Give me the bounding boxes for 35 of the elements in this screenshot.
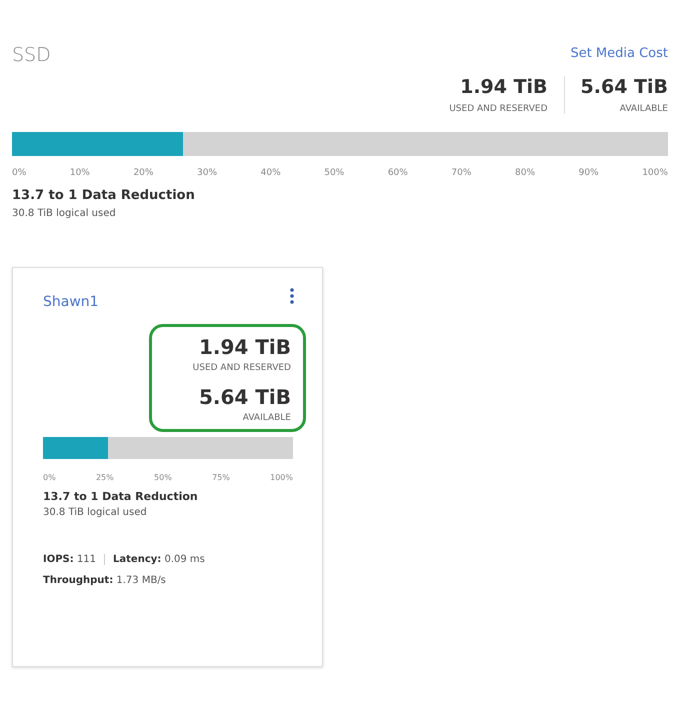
stat-value: 1.94 TiB — [460, 76, 548, 98]
tick-label: 60% — [388, 168, 408, 178]
data-reduction-text: 13.7 to 1 Data Reduction — [43, 490, 199, 503]
more-icon[interactable] — [290, 288, 294, 304]
tick-label: 20% — [133, 168, 154, 178]
metric-text: IOPS: 111 — [43, 554, 96, 565]
tick-label: 10% — [70, 168, 90, 178]
tick-label: 30% — [197, 168, 218, 178]
section-title: SSD — [12, 44, 51, 66]
stat-label: USED AND RESERVED — [192, 363, 291, 373]
tick-label: 0% — [43, 473, 56, 482]
tick-label: 50% — [154, 473, 172, 482]
stat-value: 5.64 TiB — [580, 76, 668, 98]
stat-value: 1.94 TiB — [198, 335, 291, 359]
logical-used-text: 30.8 TiB logical used — [12, 208, 117, 219]
tick-label: 25% — [96, 473, 114, 482]
set-media-cost-link[interactable]: Set Media Cost — [570, 46, 668, 61]
tick-label: 75% — [212, 473, 230, 482]
metric-text: Throughput: 1.73 MB/s — [43, 575, 166, 586]
stat-value: 5.64 TiB — [198, 385, 291, 409]
tick-label: 70% — [451, 168, 472, 178]
tick-label: 100% — [642, 168, 668, 178]
array-name[interactable]: Shawn1 — [43, 294, 99, 310]
tick-label: 0% — [12, 168, 26, 178]
tick-label: 100% — [270, 473, 293, 482]
tick-label: 90% — [578, 168, 599, 178]
tick-label: 80% — [515, 168, 536, 178]
logical-used-text: 30.8 TiB logical used — [43, 507, 148, 518]
metric-text: Latency: 0.09 ms — [104, 554, 205, 565]
stat-label: AVAILABLE — [242, 413, 291, 423]
stat-label: USED AND RESERVED — [449, 104, 548, 114]
data-reduction-text: 13.7 to 1 Data Reduction — [12, 188, 196, 203]
stat-label: AVAILABLE — [620, 104, 668, 114]
tick-label: 50% — [324, 168, 344, 178]
tick-label: 40% — [260, 168, 281, 178]
